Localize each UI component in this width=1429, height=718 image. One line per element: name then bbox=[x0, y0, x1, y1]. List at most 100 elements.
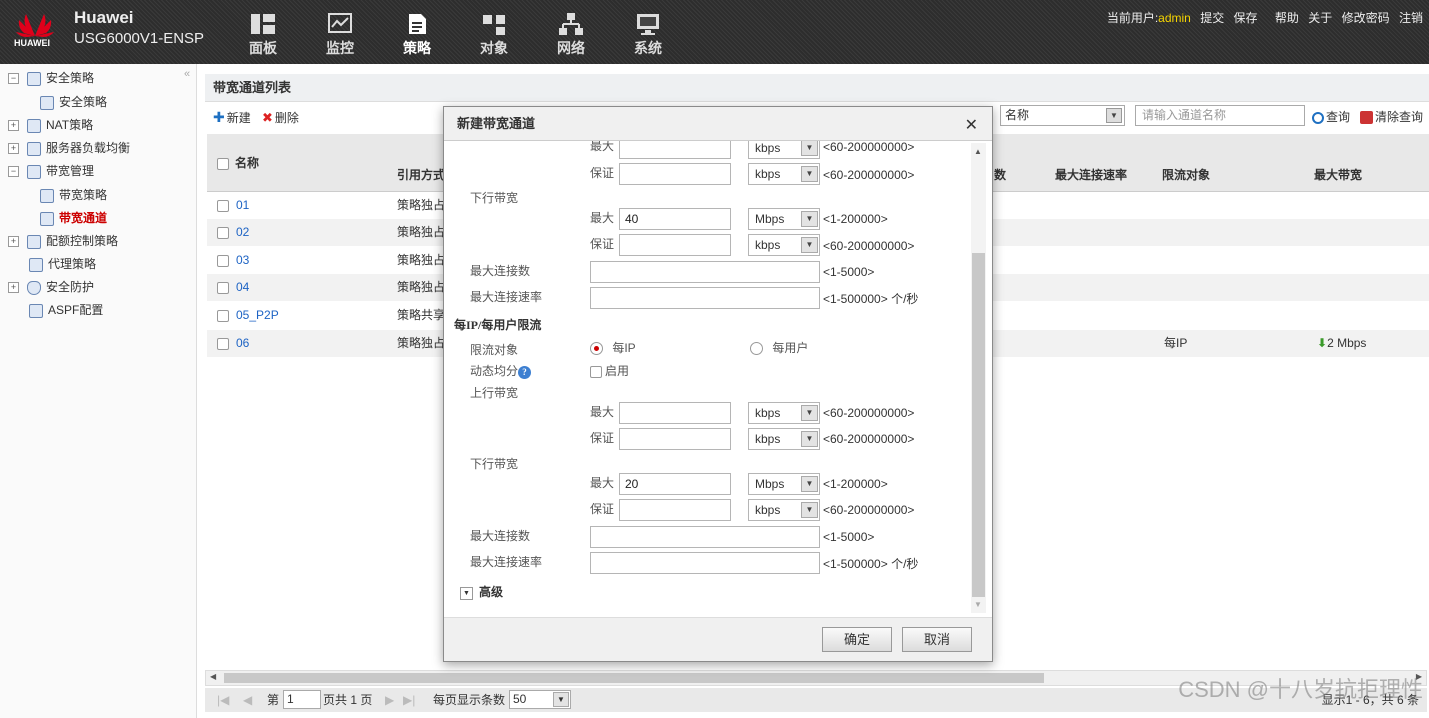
checkbox-box[interactable] bbox=[590, 365, 602, 378]
per-up-guarantee-unit-select[interactable]: kbps ▼ bbox=[748, 428, 820, 450]
chevron-down-icon[interactable]: ▼ bbox=[801, 237, 818, 253]
row-name-link[interactable]: 06 bbox=[236, 330, 249, 357]
row-checkbox[interactable] bbox=[217, 219, 235, 246]
change-password-link[interactable]: 修改密码 bbox=[1342, 11, 1390, 25]
clear-query-button[interactable]: 清除查询 bbox=[1360, 108, 1423, 125]
per-up-max-unit-select[interactable]: kbps ▼ bbox=[748, 402, 820, 424]
per-page-select[interactable]: 50 ▼ bbox=[509, 690, 571, 709]
sidebar-item-aspf[interactable]: ASPF配置 bbox=[29, 300, 103, 320]
expand-toggle[interactable]: + bbox=[8, 120, 19, 132]
per-max-conn-rate-input[interactable] bbox=[590, 552, 820, 574]
nav-policy[interactable]: 策略 bbox=[387, 12, 447, 58]
per-up-max-input[interactable] bbox=[619, 402, 731, 424]
per-down-guarantee-unit-select[interactable]: kbps ▼ bbox=[748, 499, 820, 521]
expand-toggle[interactable]: + bbox=[8, 236, 19, 248]
chevron-down-icon[interactable]: ▼ bbox=[553, 692, 569, 707]
delete-button[interactable]: ✖ 删除 bbox=[262, 109, 299, 126]
down-max-input[interactable]: 40 bbox=[619, 208, 731, 230]
sidebar-item-bandwidth-mgmt[interactable]: − 带宽管理 bbox=[8, 161, 94, 181]
col-ref[interactable]: 引用方式 bbox=[397, 166, 445, 183]
per-down-max-unit-select[interactable]: Mbps ▼ bbox=[748, 473, 820, 495]
search-input[interactable]: 请输入通道名称 bbox=[1135, 105, 1305, 126]
radio-per-ip-dot[interactable] bbox=[590, 342, 603, 356]
dynamic-share-checkbox[interactable]: 启用 bbox=[590, 362, 629, 379]
row-name-link[interactable]: 03 bbox=[236, 247, 249, 274]
advanced-toggle[interactable]: ▼ 高级 bbox=[460, 583, 503, 600]
row-name-link[interactable]: 02 bbox=[236, 219, 249, 246]
row-name-link[interactable]: 05_P2P bbox=[236, 302, 279, 329]
chevron-down-icon[interactable]: ▼ bbox=[1106, 108, 1122, 123]
sidebar-item-slb[interactable]: + 服务器负载均衡 bbox=[8, 138, 130, 158]
up-max-unit-select[interactable]: kbps ▼ bbox=[748, 141, 820, 159]
sidebar-item-nat-policy[interactable]: + NAT策略 bbox=[8, 115, 93, 135]
per-down-max-input[interactable]: 20 bbox=[619, 473, 731, 495]
sidebar-item-security-protection[interactable]: + 安全防护 bbox=[8, 277, 94, 297]
logout-link[interactable]: 注销 bbox=[1399, 11, 1423, 25]
up-guarantee-unit-select[interactable]: kbps ▼ bbox=[748, 163, 820, 185]
down-guarantee-input[interactable] bbox=[619, 234, 731, 256]
prev-page-icon[interactable]: ◀ bbox=[243, 688, 252, 712]
scroll-down-icon[interactable]: ▼ bbox=[974, 600, 982, 609]
up-guarantee-input[interactable] bbox=[619, 163, 731, 185]
row-checkbox[interactable] bbox=[217, 274, 235, 301]
nav-dashboard[interactable]: 面板 bbox=[233, 12, 293, 58]
per-up-guarantee-input[interactable] bbox=[619, 428, 731, 450]
expand-toggle[interactable]: + bbox=[8, 143, 19, 155]
last-page-icon[interactable]: ▶| bbox=[403, 688, 415, 712]
chevron-down-icon[interactable]: ▼ bbox=[801, 141, 818, 156]
close-icon[interactable]: ✕ bbox=[965, 115, 978, 135]
sidebar-item-security-policy[interactable]: 安全策略 bbox=[40, 92, 107, 112]
chevron-down-icon[interactable]: ▼ bbox=[801, 211, 818, 227]
radio-per-ip[interactable]: 每IP bbox=[590, 339, 636, 356]
sidebar-item-bandwidth-channel[interactable]: 带宽通道 bbox=[40, 208, 107, 228]
per-down-guarantee-input[interactable] bbox=[619, 499, 731, 521]
row-checkbox[interactable] bbox=[217, 302, 235, 329]
scroll-left-icon[interactable]: ◀ bbox=[210, 672, 216, 681]
help-link[interactable]: 帮助 bbox=[1275, 11, 1299, 25]
expand-toggle[interactable]: − bbox=[8, 166, 19, 178]
first-page-icon[interactable]: |◀ bbox=[217, 688, 229, 712]
row-checkbox[interactable] bbox=[217, 330, 235, 357]
sidebar-item-quota-policy[interactable]: + 配额控制策略 bbox=[8, 231, 118, 251]
nav-system[interactable]: 系统 bbox=[618, 12, 678, 58]
chevron-down-icon[interactable]: ▼ bbox=[801, 476, 818, 492]
down-guarantee-unit-select[interactable]: kbps ▼ bbox=[748, 234, 820, 256]
row-name-link[interactable]: 04 bbox=[236, 274, 249, 301]
ok-button[interactable]: 确定 bbox=[822, 627, 892, 652]
scrollbar-thumb[interactable] bbox=[224, 673, 1044, 683]
nav-object[interactable]: 对象 bbox=[464, 12, 524, 58]
search-field-select[interactable]: 名称 ▼ bbox=[1000, 105, 1125, 126]
max-conn-input[interactable] bbox=[590, 261, 820, 283]
chevron-down-icon[interactable]: ▼ bbox=[801, 166, 818, 182]
row-name-link[interactable]: 01 bbox=[236, 192, 249, 219]
col-limit-target[interactable]: 限流对象 bbox=[1162, 166, 1210, 183]
page-input[interactable]: 1 bbox=[283, 690, 321, 709]
chevron-down-icon[interactable]: ▼ bbox=[801, 405, 818, 421]
save-link[interactable]: 保存 bbox=[1234, 11, 1258, 25]
sidebar-item-security-policy-group[interactable]: − 安全策略 bbox=[8, 68, 94, 88]
radio-per-user-dot[interactable] bbox=[750, 342, 763, 356]
col-max-conn[interactable]: 数 bbox=[994, 166, 1006, 183]
per-max-conn-input[interactable] bbox=[590, 526, 820, 548]
down-max-unit-select[interactable]: Mbps ▼ bbox=[748, 208, 820, 230]
expand-toggle[interactable]: − bbox=[8, 73, 19, 85]
col-name[interactable]: 名称 bbox=[217, 154, 259, 171]
expand-toggle[interactable]: + bbox=[8, 282, 19, 294]
collapse-sidebar-icon[interactable]: « bbox=[184, 68, 190, 80]
about-link[interactable]: 关于 bbox=[1308, 11, 1332, 25]
row-checkbox[interactable] bbox=[217, 247, 235, 274]
query-button[interactable]: 查询 bbox=[1312, 108, 1350, 125]
scroll-up-icon[interactable]: ▲ bbox=[974, 147, 982, 156]
cancel-button[interactable]: 取消 bbox=[902, 627, 972, 652]
submit-link[interactable]: 提交 bbox=[1200, 11, 1224, 25]
radio-per-user[interactable]: 每用户 bbox=[750, 339, 808, 356]
col-max-conn-rate[interactable]: 最大连接速率 bbox=[1055, 166, 1127, 183]
max-conn-rate-input[interactable] bbox=[590, 287, 820, 309]
next-page-icon[interactable]: ▶ bbox=[385, 688, 394, 712]
up-max-input[interactable] bbox=[619, 141, 731, 159]
select-all-checkbox[interactable] bbox=[217, 157, 229, 170]
sidebar-item-bandwidth-policy[interactable]: 带宽策略 bbox=[40, 185, 107, 205]
help-icon[interactable]: ? bbox=[518, 365, 532, 379]
col-max-bandwidth[interactable]: 最大带宽 bbox=[1314, 166, 1362, 183]
sidebar-item-proxy-policy[interactable]: 代理策略 bbox=[29, 254, 96, 274]
